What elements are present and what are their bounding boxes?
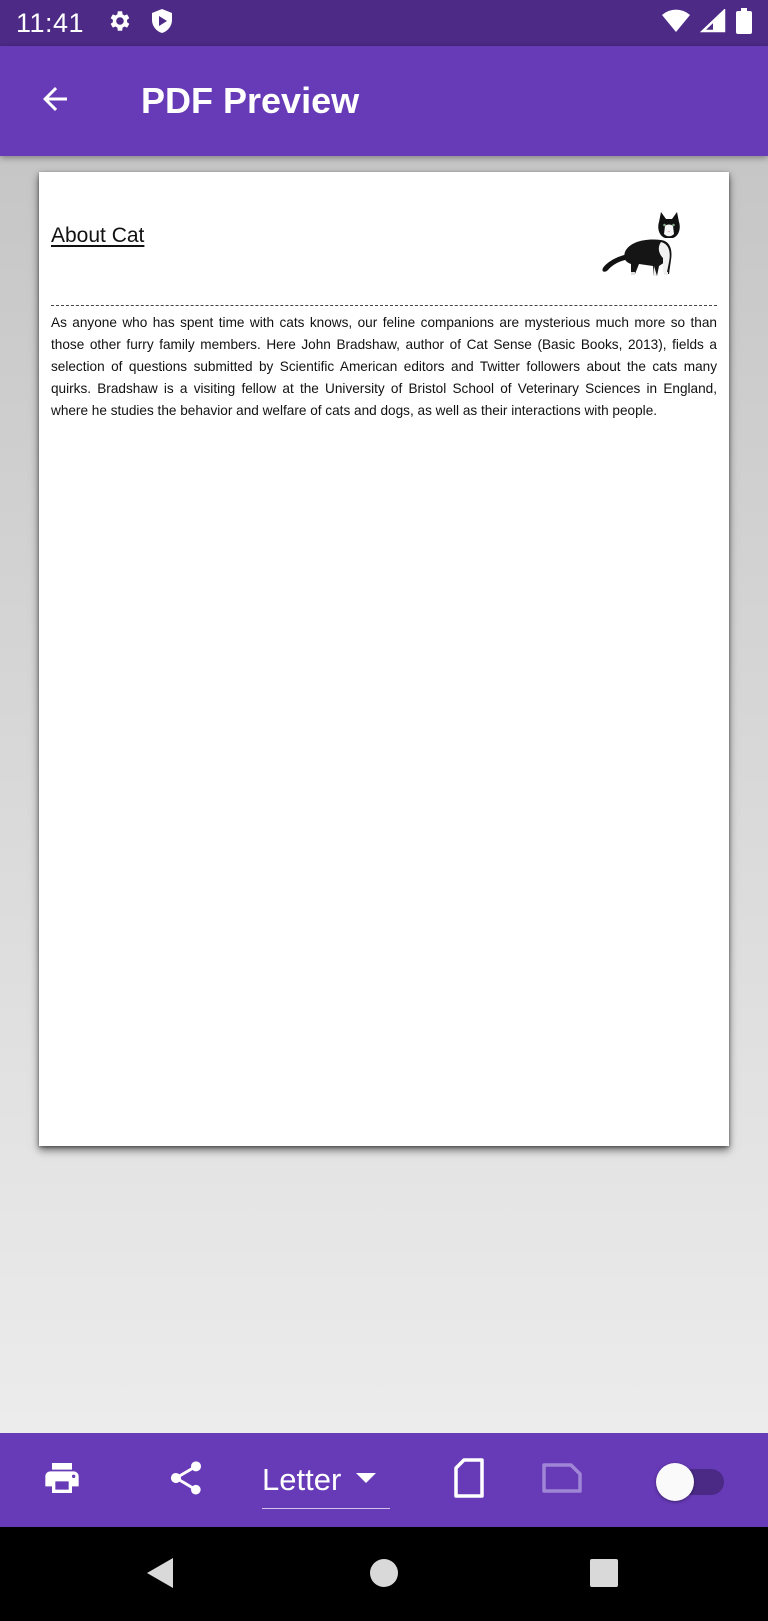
landscape-page-icon (541, 1462, 583, 1498)
nav-home-button[interactable] (354, 1547, 414, 1603)
status-time: 11:41 (16, 7, 85, 38)
page-size-value: Letter (262, 1461, 342, 1497)
print-icon (41, 1458, 83, 1502)
battery-icon (736, 8, 752, 38)
shield-icon (150, 8, 174, 38)
portrait-orientation-button[interactable] (444, 1454, 494, 1506)
signal-icon (699, 8, 726, 37)
document-title: About Cat (51, 224, 145, 247)
page-size-dropdown[interactable]: Letter (262, 1451, 390, 1509)
back-triangle-icon (145, 1556, 175, 1594)
nav-recents-button[interactable] (574, 1547, 634, 1603)
nav-back-button[interactable] (130, 1547, 190, 1603)
share-button[interactable] (160, 1454, 212, 1506)
gear-icon (106, 8, 132, 38)
pdf-page: About Cat As anyone who has spent time w… (39, 172, 729, 1146)
toggle-switch[interactable] (656, 1462, 728, 1501)
status-bar: 11:41 (0, 0, 768, 46)
cat-image (602, 212, 680, 276)
home-circle-icon (369, 1558, 399, 1592)
share-icon (166, 1458, 206, 1502)
system-nav-bar (0, 1527, 768, 1621)
pdf-preview-area[interactable]: About Cat As anyone who has spent time w… (0, 156, 768, 1433)
arrow-back-icon (37, 81, 73, 121)
landscape-orientation-button[interactable] (536, 1454, 588, 1506)
document-body: As anyone who has spent time with cats k… (51, 315, 717, 418)
wifi-icon (662, 9, 690, 37)
toggle-thumb (656, 1463, 694, 1501)
page-title: PDF Preview (141, 80, 360, 121)
portrait-page-icon (452, 1457, 486, 1503)
bottom-toolbar: Letter (0, 1433, 768, 1527)
arrow-drop-down-icon (355, 1470, 377, 1489)
app-bar: PDF Preview (0, 46, 768, 156)
back-button[interactable] (0, 46, 110, 156)
print-button[interactable] (36, 1454, 88, 1506)
dashed-divider (51, 305, 717, 306)
recents-square-icon (589, 1558, 619, 1592)
